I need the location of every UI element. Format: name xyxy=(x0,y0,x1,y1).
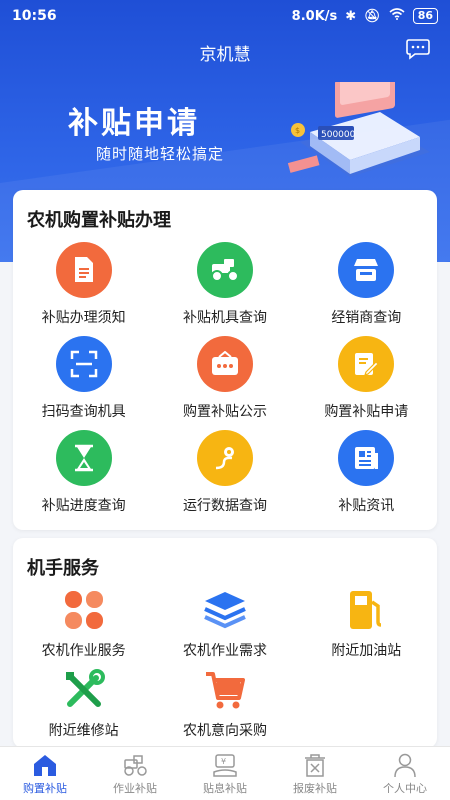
document-icon xyxy=(55,242,112,298)
status-bar: 10:56 8.0K/s ✱ 🔕︎ 86 xyxy=(0,0,450,32)
tab-scrap-subsidy[interactable]: 报废补贴 xyxy=(270,747,360,800)
tractor-icon xyxy=(196,242,253,298)
item-label: 农机作业需求 xyxy=(182,643,267,659)
item-label: 扫码查询机具 xyxy=(41,404,126,420)
svg-text:¥: ¥ xyxy=(221,757,226,766)
hourglass-icon xyxy=(55,430,112,486)
item-label: 运行数据查询 xyxy=(182,498,267,514)
tab-interest-subsidy[interactable]: ¥ 贴息补贴 xyxy=(180,747,270,800)
run-data-query-button[interactable]: 运行数据查询 xyxy=(154,430,295,524)
banner-amount: 500000 xyxy=(321,130,356,140)
dealer-query-button[interactable]: 经销商查询 xyxy=(296,242,437,336)
item-label: 经销商查询 xyxy=(331,310,402,326)
store-icon xyxy=(338,242,395,298)
page-title: 京机慧 xyxy=(199,45,251,65)
item-label: 购置补贴公示 xyxy=(182,404,267,420)
item-label: 补贴机具查询 xyxy=(182,310,267,326)
tab-label: 购置补贴 xyxy=(23,781,67,795)
mute-icon: 🔕︎ xyxy=(364,8,381,24)
banner-subtitle: 随时随地轻松搞定 xyxy=(96,145,225,163)
svg-text:$: $ xyxy=(295,126,300,135)
network-speed: 8.0K/s xyxy=(291,8,338,24)
bluetooth-icon: ✱ xyxy=(345,8,357,24)
item-label: 补贴办理须知 xyxy=(41,310,126,326)
subsidy-apply-button[interactable]: 购置补贴申请 xyxy=(296,336,437,430)
tab-profile[interactable]: 个人中心 xyxy=(360,747,450,800)
item-label: 补贴进度查询 xyxy=(41,498,126,514)
machine-work-demand-button[interactable]: 农机作业需求 xyxy=(154,586,295,666)
cart-icon xyxy=(201,666,249,714)
banner-title: 补贴申请 xyxy=(68,106,200,141)
item-label: 农机意向采购 xyxy=(182,723,267,739)
subsidy-guide-button[interactable]: 补贴办理须知 xyxy=(13,242,154,336)
scan-icon xyxy=(55,336,112,392)
news-icon xyxy=(338,430,395,486)
wifi-icon xyxy=(389,8,405,24)
status-time: 10:56 xyxy=(12,8,57,24)
layers-icon xyxy=(201,586,249,634)
operator-card: 机手服务 农机作业服务 农机作业需求 附近加油站 附近维修站 农机意向采购 xyxy=(13,538,437,748)
battery-indicator: 86 xyxy=(412,8,438,24)
tab-label: 报废补贴 xyxy=(293,781,337,795)
scrap-bin-icon xyxy=(305,753,325,777)
nearby-gas-station-button[interactable]: 附近加油站 xyxy=(296,586,437,666)
tab-label: 贴息补贴 xyxy=(203,781,247,795)
user-icon xyxy=(394,753,416,777)
item-label: 附近加油站 xyxy=(331,643,402,659)
item-label: 补贴资讯 xyxy=(338,498,395,514)
tab-work-subsidy[interactable]: 作业补贴 xyxy=(90,747,180,800)
gas-station-icon xyxy=(342,586,390,634)
item-label: 农机作业服务 xyxy=(41,643,126,659)
tab-purchase-subsidy[interactable]: 购置补贴 xyxy=(0,747,90,800)
money-counter-illustration: 500000 $ xyxy=(287,82,430,177)
wrench-icon xyxy=(60,666,108,714)
subsidy-grid: 补贴办理须知 补贴机具查询 经销商查询 扫码查询机具 购置补贴公示 购置补贴申请… xyxy=(13,242,437,524)
subsidy-machine-query-button[interactable]: 补贴机具查询 xyxy=(154,242,295,336)
machine-purchase-intent-button[interactable]: 农机意向采购 xyxy=(154,666,295,746)
subsidy-card: 农机购置补贴办理 补贴办理须知 补贴机具查询 经销商查询 扫码查询机具 购置补贴… xyxy=(13,190,437,530)
grid-petals-icon xyxy=(60,586,108,634)
scan-machine-button[interactable]: 扫码查询机具 xyxy=(13,336,154,430)
subsidy-notice-button[interactable]: 购置补贴公示 xyxy=(154,336,295,430)
tab-label: 作业补贴 xyxy=(113,781,157,795)
item-label: 购置补贴申请 xyxy=(324,404,409,420)
bottom-tab-bar: 购置补贴 作业补贴 ¥ 贴息补贴 报废补贴 个人中心 xyxy=(0,746,450,800)
notice-board-icon xyxy=(196,336,253,392)
item-label: 附近维修站 xyxy=(48,723,119,739)
operator-section-title: 机手服务 xyxy=(27,558,99,579)
nearby-repair-station-button[interactable]: 附近维修站 xyxy=(13,666,154,746)
subsidy-progress-button[interactable]: 补贴进度查询 xyxy=(13,430,154,524)
message-icon[interactable] xyxy=(406,38,430,60)
tab-label: 个人中心 xyxy=(383,781,427,795)
interest-icon: ¥ xyxy=(213,753,237,777)
subsidy-section-title: 农机购置补贴办理 xyxy=(27,210,171,231)
machine-work-service-button[interactable]: 农机作业服务 xyxy=(13,586,154,666)
tractor-outline-icon xyxy=(124,754,147,776)
edit-form-icon xyxy=(338,336,395,392)
subsidy-news-button[interactable]: 补贴资讯 xyxy=(296,430,437,524)
route-icon xyxy=(196,430,253,486)
operator-grid: 农机作业服务 农机作业需求 附近加油站 附近维修站 农机意向采购 xyxy=(13,586,437,746)
home-icon xyxy=(34,754,56,776)
